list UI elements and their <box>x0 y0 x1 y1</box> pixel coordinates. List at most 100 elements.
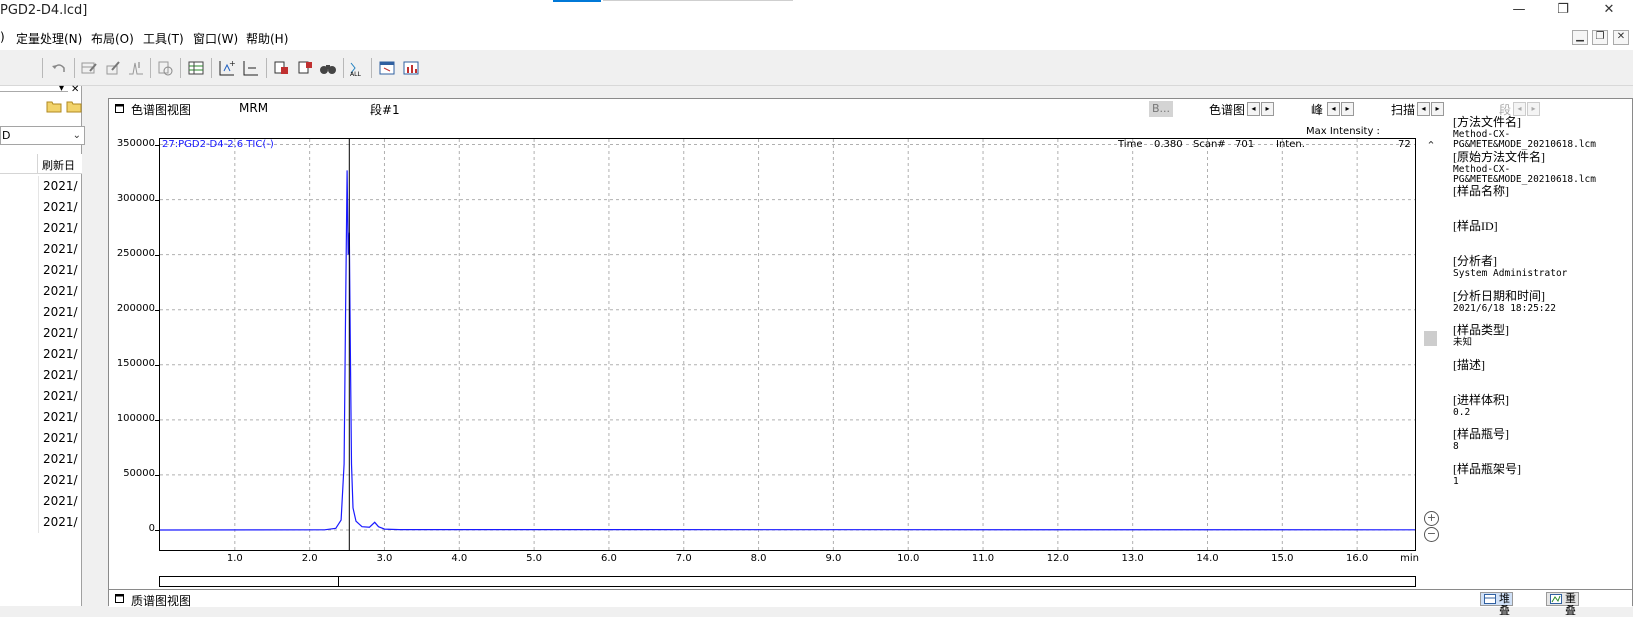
series-legend: 27:PGD2-D4-2.6 TIC(-) <box>162 139 274 150</box>
file-list-row-date: 2021/ <box>43 473 78 487</box>
x-tick-label: 4.0 <box>451 553 468 564</box>
menu-item-prev[interactable]: ) <box>0 30 5 44</box>
recalculate-icon[interactable] <box>156 59 174 77</box>
folder-icon[interactable] <box>46 99 62 113</box>
x-tick-label: 9.0 <box>825 553 842 564</box>
file-list-col-divider <box>38 197 39 218</box>
file-list-row[interactable]: 2021/ <box>0 218 82 239</box>
select-all-icon[interactable]: ALL <box>348 59 366 77</box>
report-export-icon[interactable] <box>296 59 314 77</box>
axis-plus-icon[interactable]: + <box>218 59 236 77</box>
chromatogram-view-title: 色谱图视图 <box>131 103 192 117</box>
file-list-row[interactable]: 2021/ <box>0 407 82 428</box>
y-tick-label: 300000 <box>116 192 155 204</box>
panel-pin-button[interactable]: ▾ <box>59 83 64 94</box>
readout-inten-value: 72 <box>1398 139 1411 150</box>
y-tick-label: 150000 <box>116 357 155 369</box>
close-button[interactable]: ✕ <box>1587 0 1631 22</box>
panel-close-button[interactable]: ✕ <box>71 84 79 95</box>
file-list-row[interactable]: 2021/ <box>0 176 82 197</box>
property-key: [进样体积] <box>1453 392 1509 407</box>
property-item: [样品名称] <box>1453 182 1633 199</box>
binoculars-icon[interactable] <box>319 59 337 77</box>
file-list-col-date[interactable]: 刷新日 <box>42 157 75 173</box>
x-axis-unit: min <box>1400 553 1419 564</box>
file-list-row[interactable]: 2021/ <box>0 470 82 491</box>
menu-item-help[interactable]: 帮助(H) <box>246 30 288 47</box>
x-tick-label: 2.0 <box>301 553 318 564</box>
minimize-button[interactable]: — <box>1497 0 1541 22</box>
nav-chromatogram-prev[interactable]: ◂ <box>1247 102 1260 116</box>
chromatogram-svg[interactable] <box>160 139 1416 551</box>
mdi-restore-button[interactable]: ❐ <box>1592 30 1608 45</box>
chevron-down-icon[interactable]: ⌄ <box>73 127 81 144</box>
x-tick-label: 15.0 <box>1271 553 1294 564</box>
menu-item-quant[interactable]: 定量处理(N) <box>16 30 82 47</box>
bar-chart-icon[interactable] <box>402 59 420 77</box>
menu-item-layout[interactable]: 布局(O) <box>91 30 134 47</box>
edit-table-icon[interactable] <box>80 59 98 77</box>
nav-chromatogram-next[interactable]: ▸ <box>1261 102 1274 116</box>
property-key: [描述] <box>1453 357 1485 372</box>
file-list-row[interactable]: 2021/ <box>0 197 82 218</box>
file-list-row-date: 2021/ <box>43 200 78 214</box>
zoom-out-icon[interactable]: − <box>1424 527 1439 542</box>
report-icon[interactable] <box>272 59 290 77</box>
file-list-row[interactable]: 2021/ <box>0 302 82 323</box>
time-range-bar[interactable] <box>159 576 1416 587</box>
mdi-close-button[interactable]: ✕ <box>1613 30 1629 45</box>
restore-button[interactable]: ❐ <box>1541 0 1585 22</box>
mdi-minimize-button[interactable]: ▁ <box>1572 30 1588 45</box>
axis-minus-icon[interactable] <box>242 59 260 77</box>
tab-stack[interactable]: 堆叠 <box>1480 592 1513 617</box>
toolbar-separator <box>42 58 43 78</box>
undo-icon[interactable] <box>50 59 68 77</box>
nav-scan-next[interactable]: ▸ <box>1431 102 1444 116</box>
file-list-row[interactable]: 2021/ <box>0 491 82 512</box>
nav-peak-prev[interactable]: ◂ <box>1327 102 1340 116</box>
file-list-row-date: 2021/ <box>43 347 78 361</box>
file-list-row[interactable]: 2021/ <box>0 260 82 281</box>
property-value: System Administrator <box>1453 267 1568 279</box>
tic-trace[interactable] <box>160 170 1416 531</box>
svg-text:+: + <box>229 59 236 68</box>
chart-window-icon[interactable] <box>378 59 396 77</box>
scroll-thumb[interactable] <box>1424 331 1437 346</box>
property-key: [分析者] <box>1453 253 1497 268</box>
time-range-cursor[interactable] <box>338 577 339 586</box>
file-list-row[interactable]: 2021/ <box>0 239 82 260</box>
pencil-icon[interactable] <box>104 59 122 77</box>
file-list-row[interactable]: 2021/ <box>0 281 82 302</box>
menu-item-tools[interactable]: 工具(T) <box>143 30 184 47</box>
y-tick-label: 250000 <box>116 247 155 259</box>
peak-edit-icon[interactable] <box>127 59 145 77</box>
file-list-row[interactable]: 2021/ <box>0 428 82 449</box>
folder-open-icon[interactable] <box>66 99 82 113</box>
properties-scrollbar[interactable]: ⌃ ⌄ <box>1424 119 1438 549</box>
file-list-row[interactable]: 2021/ <box>0 323 82 344</box>
tab-overlay[interactable]: 重叠 <box>1546 592 1579 617</box>
scroll-up-icon[interactable]: ⌃ <box>1424 139 1438 152</box>
folder-combo-value: D <box>2 129 11 142</box>
file-list-row-date: 2021/ <box>43 368 78 382</box>
property-item: [方法文件名] Method-CX- PG&METE&MODE_20210618.… <box>1453 113 1633 150</box>
file-list-row[interactable]: 2021/ <box>0 512 82 533</box>
file-list-row-date: 2021/ <box>43 221 78 235</box>
file-list-col-name[interactable] <box>0 154 38 174</box>
file-list-row[interactable]: 2021/ <box>0 365 82 386</box>
property-key: [样品瓶号] <box>1453 427 1509 442</box>
property-value: 2021/6/18 18:25:22 <box>1453 302 1556 314</box>
file-list-row[interactable]: 2021/ <box>0 344 82 365</box>
menu-item-window[interactable]: 窗口(W) <box>193 30 238 47</box>
grid-table-icon[interactable] <box>187 59 205 77</box>
file-list-row[interactable]: 2021/ <box>0 386 82 407</box>
toolbar-separator <box>266 58 267 78</box>
b-button[interactable]: B... <box>1149 101 1173 117</box>
folder-combo[interactable]: D ⌄ <box>0 126 85 145</box>
nav-scan-prev[interactable]: ◂ <box>1417 102 1430 116</box>
file-list-row[interactable]: 2021/ <box>0 449 82 470</box>
chromatogram-plot[interactable]: 27:PGD2-D4-2.6 TIC(-) Time 0.380 Scan# 7… <box>159 138 1416 551</box>
nav-peak-next[interactable]: ▸ <box>1341 102 1354 116</box>
zoom-in-icon[interactable]: + <box>1424 511 1439 526</box>
property-value: 0.2 <box>1453 406 1471 418</box>
